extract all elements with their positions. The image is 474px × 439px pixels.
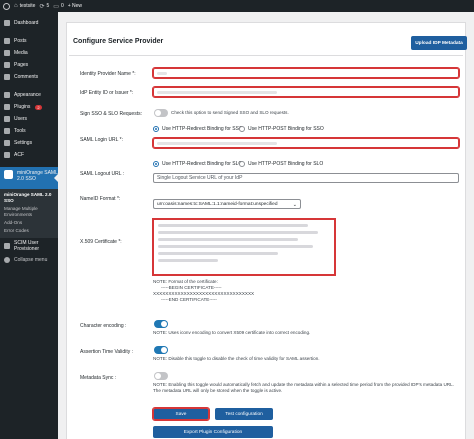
idp-name-field[interactable] (152, 67, 460, 79)
export-configuration-button[interactable]: Export Plugin Configuration (153, 426, 273, 438)
idp-name-label: Identity Provider Name *: (80, 71, 136, 77)
plugins-update-badge: 2 (35, 104, 42, 110)
logout-post-radio[interactable] (239, 161, 245, 167)
updates-icon: ⟳ (39, 3, 45, 10)
main-content: Configure Service Provider Upload IDP Me… (58, 12, 474, 439)
upload-idp-metadata-button[interactable]: Upload IDP Metadata (411, 36, 467, 50)
comment-icon (4, 74, 10, 80)
sidebar-item-users[interactable]: Users (0, 113, 58, 125)
sign-sso-label: Sign SSO & SLO Requests: (80, 111, 142, 117)
site-name-link[interactable]: ⌂ testsite (14, 3, 35, 9)
new-content-link[interactable]: + New (68, 3, 82, 9)
sidebar-item-appearance[interactable]: Appearance (0, 89, 58, 101)
title-divider (69, 55, 463, 56)
sidebar-item-tools[interactable]: Tools (0, 125, 58, 137)
pin-icon (4, 38, 10, 44)
sidebar-item-posts[interactable]: Posts (0, 35, 58, 47)
sidebar-item-media[interactable]: Media (0, 47, 58, 59)
metadata-sync-toggle[interactable] (154, 372, 168, 380)
sign-sso-description: Check this option to send Signed SSO and… (171, 110, 289, 115)
scim-icon (4, 243, 10, 249)
redacted-value (158, 252, 278, 255)
sidebar-item-acf[interactable]: ACF (0, 149, 58, 161)
redacted-value (157, 141, 277, 145)
updates-link[interactable]: ⟳ 5 (39, 3, 49, 10)
save-button[interactable]: Save (152, 407, 210, 421)
cert-label: X.509 Certificate *: (80, 239, 122, 245)
admin-bar: ⌂ testsite ⟳ 5 ▭ 0 + New (0, 0, 474, 12)
pages-icon (4, 62, 10, 68)
miniorange-submenu: miniOrange SAML 2.0 SSO Manage Multiple … (0, 189, 58, 238)
assertion-validity-toggle[interactable] (154, 346, 168, 354)
sidebar-item-miniorange[interactable]: miniOrange SAML 2.0 SSO (0, 167, 58, 189)
configure-sp-panel: Configure Service Provider Upload IDP Me… (66, 22, 467, 439)
submenu-item-addons[interactable]: Add-Ons (0, 219, 58, 227)
x509-certificate-textarea[interactable] (152, 218, 336, 276)
cert-format-note: NOTE: Format of the certificate: -----BE… (153, 279, 255, 302)
redacted-value (157, 90, 277, 94)
login-post-radio[interactable] (239, 126, 245, 132)
sidebar-item-settings[interactable]: Settings (0, 137, 58, 149)
redacted-value (157, 71, 167, 75)
brush-icon (4, 92, 10, 98)
home-icon: ⌂ (14, 3, 18, 9)
sidebar-item-pages[interactable]: Pages (0, 59, 58, 71)
collapse-icon (4, 257, 10, 263)
user-icon (4, 116, 10, 122)
nameid-format-select[interactable]: urn:oasis:names:tc:SAML:1.1:nameid-forma… (153, 199, 301, 209)
chevron-down-icon: ⌄ (292, 202, 297, 208)
redacted-value (158, 259, 218, 262)
submenu-item-error-codes[interactable]: Error Codes (0, 227, 58, 235)
redacted-value (158, 224, 308, 227)
sidebar-item-scim[interactable]: SCIM User Provisioner (0, 238, 58, 254)
miniorange-icon (4, 170, 13, 179)
nameid-label: NameID Format *: (80, 196, 121, 202)
logout-post-option[interactable]: Use HTTP-POST Binding for SLO (239, 161, 323, 167)
metadata-sync-note: NOTE: Enabling this toggle would automat… (153, 382, 454, 393)
login-post-option[interactable]: Use HTTP-POST Binding for SSO (239, 126, 324, 132)
admin-sidebar: Dashboard Posts Media Pages Comments App… (0, 12, 58, 439)
wrench-icon (4, 128, 10, 134)
dashboard-icon (4, 20, 10, 26)
plug-icon (4, 104, 10, 110)
submenu-item-saml-sso[interactable]: miniOrange SAML 2.0 SSO (0, 191, 58, 205)
entity-id-field[interactable] (152, 86, 460, 98)
entity-id-label: IdP Entity ID or Issuer *: (80, 90, 134, 96)
media-icon (4, 50, 10, 56)
comment-icon: ▭ (53, 3, 59, 10)
encoding-note: NOTE: Uses iconv encoding to convert X50… (153, 330, 311, 335)
login-redirect-option[interactable]: Use HTTP-Redirect Binding for SSO (153, 126, 243, 132)
collapse-menu-button[interactable]: Collapse menu (0, 254, 58, 266)
assertion-note: NOTE: Disable this toggle to disable the… (153, 356, 320, 361)
page-title: Configure Service Provider (73, 38, 164, 45)
login-url-label: SAML Login URL *: (80, 137, 123, 143)
assertion-label: Assertion Time Validity : (80, 349, 133, 355)
sidebar-item-plugins[interactable]: Plugins 2 (0, 101, 58, 113)
encoding-label: Character encoding : (80, 323, 127, 329)
redacted-value (158, 231, 318, 234)
sign-sso-toggle[interactable] (154, 109, 168, 117)
login-url-field[interactable] (152, 137, 460, 149)
metadata-sync-label: Metadata Sync : (80, 375, 117, 381)
redacted-value (158, 238, 298, 241)
sidebar-item-comments[interactable]: Comments (0, 71, 58, 83)
submenu-item-environments[interactable]: Manage Multiple Environments (0, 205, 58, 219)
logout-redirect-option[interactable]: Use HTTP-Redirect Binding for SLO (153, 161, 242, 167)
test-configuration-button[interactable]: Test configuration (215, 408, 273, 420)
acf-icon (4, 152, 10, 158)
login-redirect-radio[interactable] (153, 126, 159, 132)
encoding-toggle[interactable] (154, 320, 168, 328)
logout-url-label: SAML Logout URL : (80, 171, 125, 177)
logout-redirect-radio[interactable] (153, 161, 159, 167)
redacted-value (158, 245, 313, 248)
comments-link[interactable]: ▭ 0 (53, 3, 63, 10)
logout-url-field[interactable]: Single Logout Service URL of your IdP (153, 173, 459, 183)
wordpress-logo-icon[interactable] (3, 2, 10, 10)
sidebar-item-dashboard[interactable]: Dashboard (0, 17, 58, 29)
settings-icon (4, 140, 10, 146)
